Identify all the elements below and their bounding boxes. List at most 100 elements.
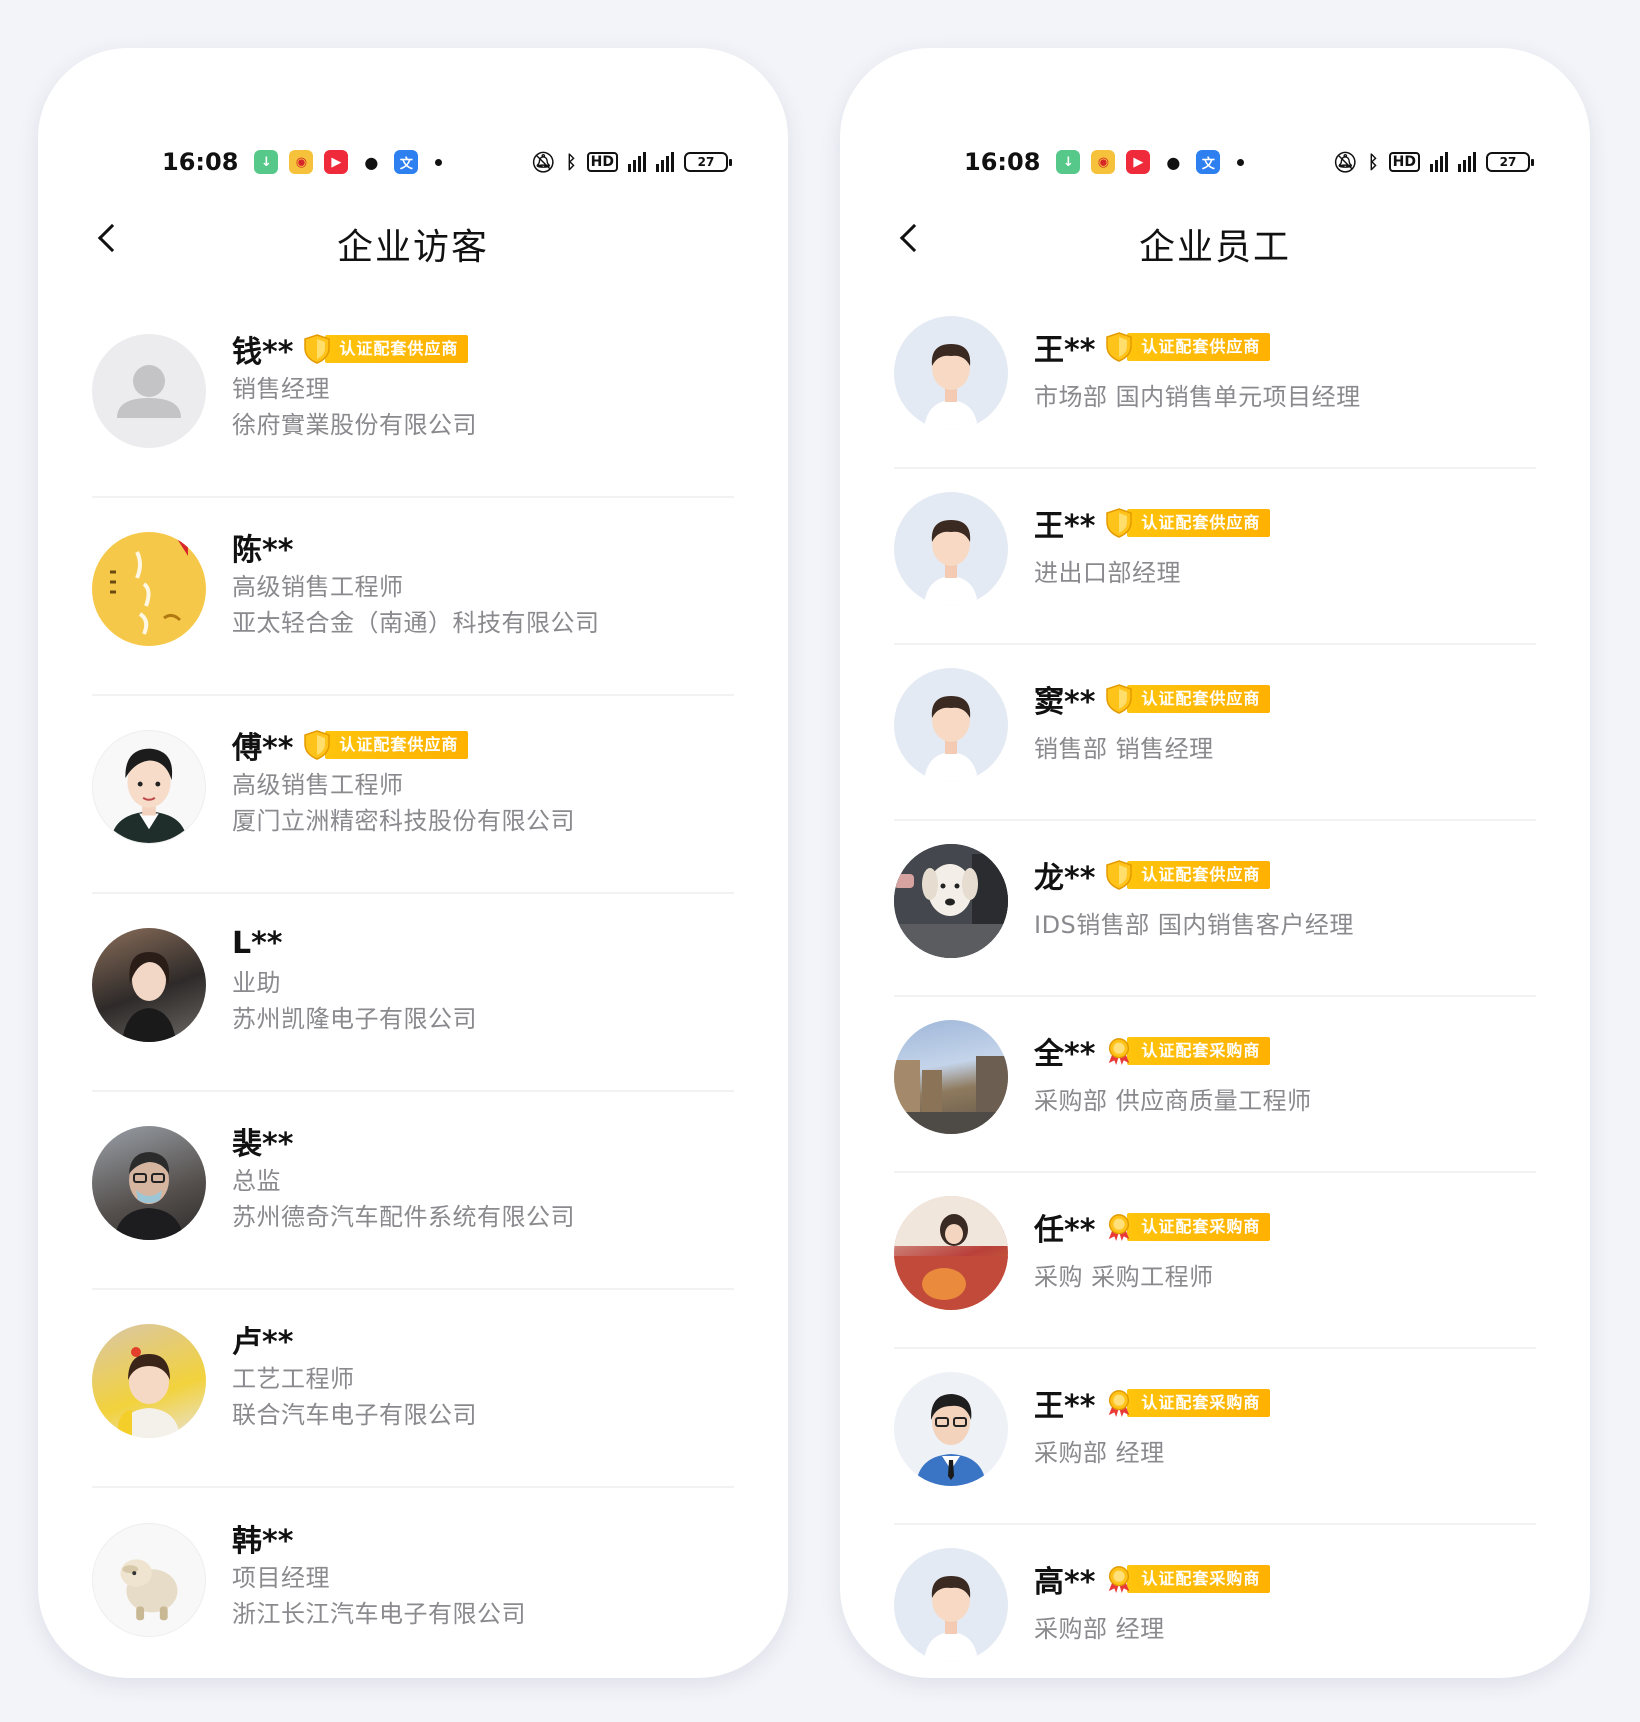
businessman-avatar-image bbox=[916, 1394, 986, 1486]
visitor-name: L** bbox=[232, 925, 283, 961]
list-item[interactable]: 高** 认证配套采购商 采购部 经理 bbox=[894, 1525, 1536, 1678]
avatar bbox=[894, 1372, 1008, 1486]
visitor-position: 总监 bbox=[232, 1167, 281, 1195]
list-item[interactable]: 裴** 总监 苏州德奇汽车配件系统有限公司 bbox=[92, 1092, 734, 1290]
shield-icon bbox=[303, 730, 331, 760]
avatar bbox=[92, 334, 206, 448]
supplier-badge: 认证配套供应商 bbox=[303, 334, 469, 364]
employee-name: 王** bbox=[1034, 509, 1096, 544]
list-item[interactable]: L** 业助 苏州凯隆电子有限公司 bbox=[92, 894, 734, 1092]
list-item[interactable]: 韩** 项目经理 浙江长江汽车电子有限公司 bbox=[92, 1488, 734, 1678]
visitor-name: 陈** bbox=[232, 533, 294, 568]
employee-name: 高** bbox=[1034, 1565, 1096, 1600]
visitor-company: 浙江长江汽车电子有限公司 bbox=[232, 1600, 526, 1628]
signal-icon bbox=[1430, 152, 1448, 172]
visitor-position: 业助 bbox=[232, 969, 281, 997]
employee-department: IDS销售部 国内销售客户经理 bbox=[1034, 911, 1354, 939]
avatar bbox=[894, 668, 1008, 782]
shield-icon bbox=[1105, 684, 1133, 714]
mute-icon: 🔕︎ bbox=[530, 150, 556, 174]
wechat-app-icon: ● bbox=[359, 150, 384, 174]
list-item[interactable]: 王** 认证配套供应商 市场部 国内销售单元项目经理 bbox=[894, 293, 1536, 469]
list-item[interactable]: 王** 认证配套采购商 采购部 经理 bbox=[894, 1349, 1536, 1525]
supplier-badge: 认证配套供应商 bbox=[1105, 860, 1271, 890]
avatar bbox=[92, 1324, 206, 1438]
employee-name: 王** bbox=[1034, 1389, 1096, 1424]
list-item[interactable]: 陈** 高级销售工程师 亚太轻合金（南通）科技有限公司 bbox=[92, 498, 734, 696]
visitor-name: 钱** bbox=[232, 335, 294, 370]
status-time: 16:08 bbox=[162, 148, 239, 176]
visitor-company: 厦门立洲精密科技股份有限公司 bbox=[232, 807, 575, 835]
battery-icon: 27 bbox=[1486, 152, 1534, 172]
bluetooth-icon: ᛒ bbox=[565, 151, 577, 173]
list-item[interactable]: 任** 认证配套采购商 采购 采购工程师 bbox=[894, 1173, 1536, 1349]
list-item[interactable]: 全** 认证配套采购商 采购部 供应商质量工程师 bbox=[894, 997, 1536, 1173]
employee-name: 窦** bbox=[1034, 685, 1096, 720]
male-avatar-icon bbox=[924, 696, 978, 782]
man-photo-avatar-image bbox=[114, 1152, 184, 1240]
purchaser-badge: 认证配套采购商 bbox=[1105, 1564, 1271, 1594]
more-notifications-icon bbox=[1237, 158, 1245, 166]
medal-icon bbox=[1105, 1564, 1133, 1594]
status-bar: 16:08 ↓ ◉ ▶ ● 文 🔕︎ ᛒ HD 27 bbox=[964, 144, 1534, 180]
avatar bbox=[894, 492, 1008, 606]
visitor-company: 联合汽车电子有限公司 bbox=[232, 1401, 477, 1429]
medal-icon bbox=[1105, 1036, 1133, 1066]
list-item[interactable]: 卢** 工艺工程师 联合汽车电子有限公司 bbox=[92, 1290, 734, 1488]
avatar bbox=[92, 1523, 206, 1637]
nav-bar: 企业员工 bbox=[840, 208, 1590, 268]
employee-department: 采购部 经理 bbox=[1034, 1615, 1165, 1643]
snack-package-avatar-image bbox=[894, 1196, 1008, 1310]
shield-icon bbox=[303, 334, 331, 364]
employee-department: 采购部 供应商质量工程师 bbox=[1034, 1087, 1312, 1115]
visitor-position: 销售经理 bbox=[232, 375, 330, 403]
list-item[interactable]: 龙** 认证配套供应商 IDS销售部 国内销售客户经理 bbox=[894, 821, 1536, 997]
visitor-company: 苏州凯隆电子有限公司 bbox=[232, 1005, 477, 1033]
default-avatar-icon bbox=[117, 365, 181, 418]
supplier-badge: 认证配套供应商 bbox=[1105, 508, 1271, 538]
visitor-position: 高级销售工程师 bbox=[232, 771, 404, 799]
cartoon-man-avatar-image bbox=[110, 748, 188, 843]
visitor-company: 亚太轻合金（南通）科技有限公司 bbox=[232, 609, 600, 637]
employee-name: 龙** bbox=[1034, 861, 1096, 896]
employee-department: 市场部 国内销售单元项目经理 bbox=[1034, 383, 1361, 411]
medal-icon bbox=[1105, 1388, 1133, 1418]
list-item[interactable]: 钱** 认证配套供应商 销售经理 徐府實業股份有限公司 bbox=[92, 300, 734, 498]
list-item[interactable]: 窦** 认证配套供应商 销售部 销售经理 bbox=[894, 645, 1536, 821]
street-photo-avatar-image bbox=[894, 1056, 1008, 1134]
avatar bbox=[92, 730, 206, 844]
avatar bbox=[894, 316, 1008, 430]
purchaser-badge: 认证配套采购商 bbox=[1105, 1212, 1271, 1242]
supplier-badge: 认证配套供应商 bbox=[1105, 332, 1271, 362]
hd-icon: HD bbox=[586, 152, 618, 172]
avatar bbox=[894, 1196, 1008, 1310]
supplier-badge: 认证配套供应商 bbox=[1105, 684, 1271, 714]
visitor-name: 傅** bbox=[232, 731, 294, 766]
employee-department: 销售部 销售经理 bbox=[1034, 735, 1214, 763]
woman-photo-avatar-image bbox=[122, 952, 176, 1042]
signal-icon bbox=[628, 152, 646, 172]
shield-icon bbox=[1105, 332, 1133, 362]
list-item[interactable]: 傅** 认证配套供应商 高级销售工程师 厦门立洲精密科技股份有限公司 bbox=[92, 696, 734, 894]
visitor-list: 钱** 认证配套供应商 销售经理 徐府實業股份有限公司 陈** 高级销售工程师 … bbox=[92, 300, 734, 1678]
visitor-company: 苏州德奇汽车配件系统有限公司 bbox=[232, 1203, 575, 1231]
translate-app-icon: 文 bbox=[394, 150, 419, 174]
employee-department: 进出口部经理 bbox=[1034, 559, 1181, 587]
signal-icon bbox=[656, 152, 674, 172]
status-bar: 16:08 ↓ ◉ ▶ ● 文 🔕︎ ᛒ HD 27 bbox=[162, 144, 732, 180]
sheep-toy-avatar-image bbox=[120, 1559, 178, 1621]
purchaser-badge: 认证配套采购商 bbox=[1105, 1036, 1271, 1066]
employee-name: 全** bbox=[1034, 1037, 1096, 1072]
dog-photo-avatar-image bbox=[894, 844, 1008, 958]
visitor-position: 高级销售工程师 bbox=[232, 573, 404, 601]
wechat-app-icon: ● bbox=[1161, 150, 1186, 174]
visitor-name: 韩** bbox=[232, 1524, 294, 1559]
list-item[interactable]: 王** 认证配套供应商 进出口部经理 bbox=[894, 469, 1536, 645]
employee-name: 王** bbox=[1034, 333, 1096, 368]
male-avatar-icon bbox=[924, 1576, 978, 1662]
avatar bbox=[894, 1020, 1008, 1134]
visitor-company: 徐府實業股份有限公司 bbox=[232, 411, 477, 439]
avatar bbox=[92, 532, 206, 646]
page-title: 企业访客 bbox=[336, 227, 489, 268]
translate-app-icon: 文 bbox=[1196, 150, 1221, 174]
